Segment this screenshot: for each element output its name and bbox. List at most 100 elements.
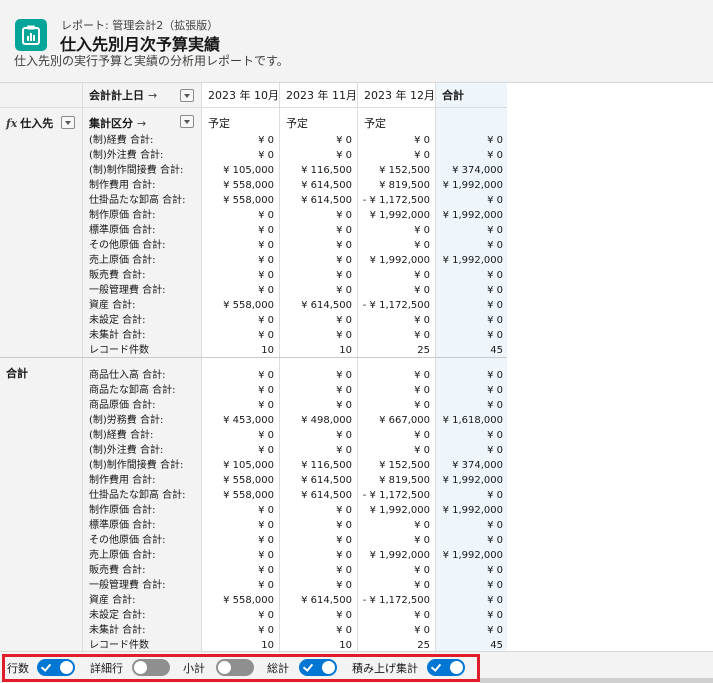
column-header[interactable]: 2023 年 10月 [202,83,280,108]
total-cell: ¥ 1,992,000 [442,255,503,266]
table-row: (制)外注費 合計: ¥ 0 ¥ 0 ¥ 0 ¥ 0 [0,443,507,458]
horizontal-scrollbar[interactable] [480,678,713,683]
row-label: 売上原価 合計: [89,255,156,266]
total-cell: ¥ 0 [487,430,503,441]
row-field-label: 集計区分 [89,117,133,130]
value-cell: ¥ 0 [258,580,274,591]
table-row: 販売費 合計: ¥ 0 ¥ 0 ¥ 0 ¥ 0 [0,563,507,578]
row-label: 商品原価 合計: [89,400,156,411]
toggle-label: 積み上げ集計 [352,662,418,675]
value-cell: ¥ 0 [336,255,352,266]
value-cell: ¥ 0 [336,550,352,561]
total-cell: ¥ 0 [487,135,503,146]
value-cell: ¥ 614,500 [301,195,352,206]
row-label: 一般管理費 合計: [89,285,166,296]
total-cell: ¥ 0 [487,625,503,636]
value-cell: ¥ 0 [336,135,352,146]
value-cell: ¥ 0 [414,400,430,411]
value-cell: ¥ 1,992,000 [369,210,430,221]
value-cell: ¥ 0 [414,285,430,296]
toggle-switch[interactable] [216,659,254,676]
value-cell: ¥ 558,000 [223,490,274,501]
toggle-switch[interactable] [132,659,170,676]
table-row: 制作原価 合計: ¥ 0 ¥ 0 ¥ 1,992,000 ¥ 1,992,000 [0,503,507,518]
row-label: 商品たな卸高 合計: [89,385,176,396]
value-cell: ¥ 0 [336,270,352,281]
row-group-field-label: 仕入先 [20,117,54,130]
row-label: 未集計 合計: [89,330,146,341]
column-field-dropdown-icon[interactable] [180,89,194,102]
value-cell: 10 [339,345,352,356]
value-cell: ¥ 0 [336,535,352,546]
value-cell: ¥ 152,500 [379,165,430,176]
table-row: 制作原価 合計: ¥ 0 ¥ 0 ¥ 1,992,000 ¥ 1,992,000 [0,208,507,223]
table-row: 商品原価 合計: ¥ 0 ¥ 0 ¥ 0 ¥ 0 [0,398,507,413]
value-cell: ¥ 614,500 [301,180,352,191]
table-row: 未設定 合計: ¥ 0 ¥ 0 ¥ 0 ¥ 0 [0,608,507,623]
value-cell: ¥ 0 [258,240,274,251]
total-cell: ¥ 0 [487,315,503,326]
row-field-header[interactable]: 集計区分 → [89,115,146,131]
value-cell: ¥ 0 [258,535,274,546]
value-cell: ¥ 0 [258,430,274,441]
value-cell: ¥ 0 [258,285,274,296]
value-cell: ¥ 0 [414,625,430,636]
value-cell: ¥ 0 [336,520,352,531]
column-field-header: 会計計上日 → [83,83,202,108]
toggle-switch[interactable] [299,659,337,676]
value-cell: ¥ 0 [414,270,430,281]
value-cell: ¥ 0 [414,430,430,441]
table-row: 資産 合計: ¥ 558,000 ¥ 614,500 - ¥ 1,172,500 ¥ 0 [0,593,507,608]
value-cell: ¥ 0 [336,610,352,621]
column-header[interactable]: 2023 年 11月 [280,83,358,108]
value-cell: ¥ 1,992,000 [369,550,430,561]
value-cell: ¥ 0 [336,385,352,396]
row-label: 販売費 合計: [89,270,146,281]
total-cell: ¥ 0 [487,225,503,236]
table-row: 販売費 合計: ¥ 0 ¥ 0 ¥ 0 ¥ 0 [0,268,507,283]
column-field-label: 会計計上日 [89,89,144,102]
value-cell: ¥ 0 [414,315,430,326]
value-cell: ¥ 0 [258,255,274,266]
empty-area [507,83,713,651]
value-cell: ¥ 0 [336,565,352,576]
row-label: 未設定 合計: [89,315,146,326]
row-label: 売上原価 合計: [89,550,156,561]
row-field-dropdown-icon[interactable] [180,115,194,128]
row-group-field-header[interactable]: fx 仕入先 [6,115,53,131]
value-cell: ¥ 105,000 [223,460,274,471]
toggle-label: 小計 [183,662,205,675]
report-footer: 行数 詳細行 小計 総計 積み上げ集計 [0,651,713,683]
table-row: (制)経費 合計: ¥ 0 ¥ 0 ¥ 0 ¥ 0 [0,428,507,443]
total-cell: ¥ 374,000 [452,165,503,176]
value-cell: ¥ 116,500 [301,165,352,176]
row-group-dropdown-icon[interactable] [61,116,75,129]
toggle-switch[interactable] [37,659,75,676]
total-cell: ¥ 0 [487,195,503,206]
value-cell: ¥ 0 [258,445,274,456]
report-table: 会計計上日 → 2023 年 10月 2023 年 11月 2023 年 12月 … [0,83,507,651]
column-header[interactable]: 2023 年 12月 [358,83,436,108]
value-cell: ¥ 0 [336,400,352,411]
value-cell: ¥ 0 [258,625,274,636]
value-cell: - ¥ 1,172,500 [362,595,430,606]
row-label: 資産 合計: [89,300,136,311]
total-cell: ¥ 0 [487,490,503,501]
total-cell: ¥ 0 [487,270,503,281]
column-header-total[interactable]: 合計 [436,83,507,108]
total-cell: ¥ 0 [487,580,503,591]
toggle-switch[interactable] [427,659,465,676]
table-row: 仕掛品たな卸高 合計: ¥ 558,000 ¥ 614,500 - ¥ 1,172,5… [0,488,507,503]
value-cell: ¥ 0 [258,550,274,561]
value-cell: ¥ 667,000 [379,415,430,426]
value-cell: ¥ 0 [258,520,274,531]
value-cell: ¥ 558,000 [223,475,274,486]
total-cell: ¥ 1,992,000 [442,475,503,486]
value-cell: ¥ 0 [258,370,274,381]
value-cell: ¥ 558,000 [223,595,274,606]
sort-arrow-icon: → [148,89,158,102]
value-cell: - ¥ 1,172,500 [362,300,430,311]
total-cell: ¥ 1,618,000 [442,415,503,426]
header-corner [0,83,83,108]
total-cell: ¥ 0 [487,285,503,296]
